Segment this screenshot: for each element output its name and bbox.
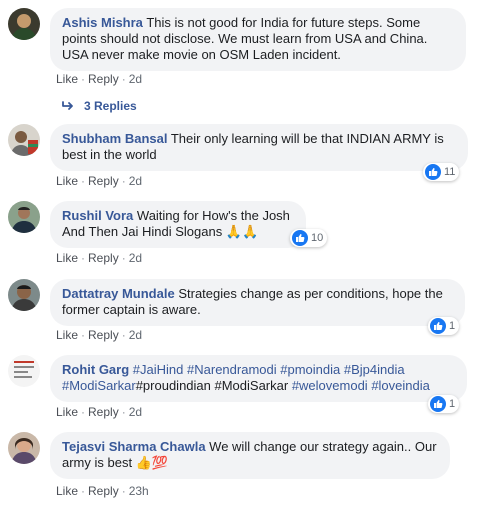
comment-bubble: Ashis Mishra This is not good for India … (50, 8, 466, 71)
timestamp[interactable]: 2d (129, 405, 142, 419)
comment-actions: Like · Reply · 2d (56, 251, 143, 265)
commenter-name[interactable]: Rushil Vora (62, 208, 133, 223)
avatar[interactable] (8, 432, 40, 464)
hashtag-link[interactable]: #Narendramodi (187, 362, 277, 377)
like-link[interactable]: Like (56, 251, 78, 265)
reaction-count[interactable]: 1 (428, 317, 460, 335)
hashtag-link[interactable]: #pmoindia (280, 362, 340, 377)
timestamp[interactable]: 2d (129, 251, 142, 265)
avatar[interactable] (8, 124, 40, 156)
avatar[interactable] (8, 201, 40, 233)
commenter-name[interactable]: Ashis Mishra (62, 15, 143, 30)
commenter-name[interactable]: Dattatray Mundale (62, 286, 175, 301)
avatar[interactable] (8, 279, 40, 311)
timestamp[interactable]: 23h (129, 484, 149, 498)
comment-actions: Like · Reply · 2d (56, 328, 143, 342)
timestamp[interactable]: 2d (129, 72, 142, 86)
comment-actions: Like · Reply · 2d (56, 174, 143, 188)
commenter-name[interactable]: Tejasvi Sharma Chawla (62, 439, 206, 454)
avatar[interactable] (8, 355, 40, 387)
like-link[interactable]: Like (56, 328, 78, 342)
comment-actions: Like · Reply · 23h (56, 484, 149, 498)
reply-link[interactable]: Reply (88, 174, 119, 188)
like-reaction-icon (425, 164, 441, 180)
like-reaction-icon (292, 230, 308, 246)
avatar[interactable] (8, 8, 40, 40)
replies-count: 3 Replies (84, 99, 137, 113)
like-reaction-icon (430, 318, 446, 334)
like-link[interactable]: Like (56, 484, 78, 498)
timestamp[interactable]: 2d (129, 174, 142, 188)
comment-actions: Like · Reply · 2d (56, 72, 143, 86)
reaction-count[interactable]: 10 (290, 229, 328, 247)
commenter-name[interactable]: Rohit Garg (62, 362, 129, 377)
hashtag-link[interactable]: #welovemodi (292, 378, 368, 393)
comment-bubble: Tejasvi Sharma Chawla We will change our… (50, 432, 450, 479)
comment-bubble: Dattatray Mundale Strategies change as p… (50, 279, 465, 326)
hashtag-link[interactable]: #Bjp4india (344, 362, 405, 377)
hashtag-link[interactable]: #ModiSarkar (62, 378, 136, 393)
reply-arrow-icon (62, 101, 73, 110)
comment-bubble: Shubham Bansal Their only learning will … (50, 124, 468, 171)
reply-link[interactable]: Reply (88, 251, 119, 265)
view-replies-link[interactable]: 3 Replies (62, 99, 137, 113)
like-reaction-icon (430, 396, 446, 412)
comment-bubble: Rushil Vora Waiting for How's the Josh A… (50, 201, 306, 248)
hashtag-link[interactable]: #JaiHind (133, 362, 184, 377)
hashtag-link[interactable]: #loveindia (371, 378, 430, 393)
comment-bubble: Rohit Garg #JaiHind #Narendramodi #pmoin… (50, 355, 467, 402)
reply-link[interactable]: Reply (88, 405, 119, 419)
comment-actions: Like · Reply · 2d (56, 405, 143, 419)
pray-emoji-icon: 🙏🙏 (225, 224, 259, 239)
like-link[interactable]: Like (56, 72, 78, 86)
like-link[interactable]: Like (56, 174, 78, 188)
reply-link[interactable]: Reply (88, 72, 119, 86)
thumbs-up-100-emoji-icon: 👍💯 (135, 455, 169, 470)
timestamp[interactable]: 2d (129, 328, 142, 342)
like-link[interactable]: Like (56, 405, 78, 419)
commenter-name[interactable]: Shubham Bansal (62, 131, 167, 146)
reply-link[interactable]: Reply (88, 328, 119, 342)
reply-link[interactable]: Reply (88, 484, 119, 498)
reaction-count[interactable]: 11 (423, 163, 460, 181)
reaction-count[interactable]: 1 (428, 395, 460, 413)
comment-text: #proudindian #ModiSarkar (135, 378, 289, 393)
